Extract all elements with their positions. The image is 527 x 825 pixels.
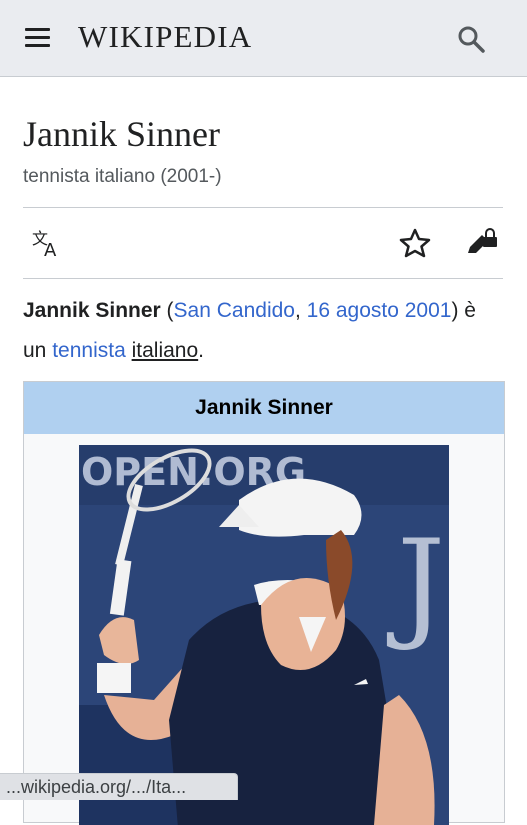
divider	[23, 278, 503, 279]
star-icon[interactable]	[399, 227, 431, 259]
link-italiano[interactable]: italiano	[132, 339, 199, 362]
svg-text:A: A	[44, 240, 57, 260]
text: ,	[294, 299, 307, 322]
hamburger-menu-icon[interactable]	[24, 26, 52, 50]
edit-locked-icon[interactable]	[464, 226, 498, 260]
text: .	[198, 339, 205, 362]
link-tennista[interactable]: tennista	[52, 339, 126, 362]
wikipedia-wordmark[interactable]: WIKIPEDIA	[78, 19, 252, 55]
search-icon[interactable]	[456, 24, 486, 54]
text: (	[160, 299, 174, 322]
page-subtitle: tennista italiano (2001-)	[23, 166, 222, 187]
lead-paragraph: Jannik Sinner (San Candido, 16 agosto 20…	[23, 291, 503, 371]
infobox: Jannik Sinner OPEN.ORG J	[23, 381, 505, 825]
language-translate-icon[interactable]: 文 A	[31, 228, 63, 261]
infobox-photo[interactable]: OPEN.ORG J	[79, 445, 449, 825]
page-title: Jannik Sinner	[23, 114, 220, 154]
link-16-agosto[interactable]: 16 agosto	[307, 299, 399, 322]
link-preview-url: ...wikipedia.org/.../Ita...	[0, 773, 238, 800]
divider	[23, 207, 503, 208]
link-san-candido[interactable]: San Candido	[174, 299, 295, 322]
link-2001[interactable]: 2001	[405, 299, 452, 322]
top-bar: WIKIPEDIA	[0, 0, 527, 77]
infobox-title: Jannik Sinner	[24, 382, 504, 434]
article-subject-name: Jannik Sinner	[23, 299, 161, 322]
